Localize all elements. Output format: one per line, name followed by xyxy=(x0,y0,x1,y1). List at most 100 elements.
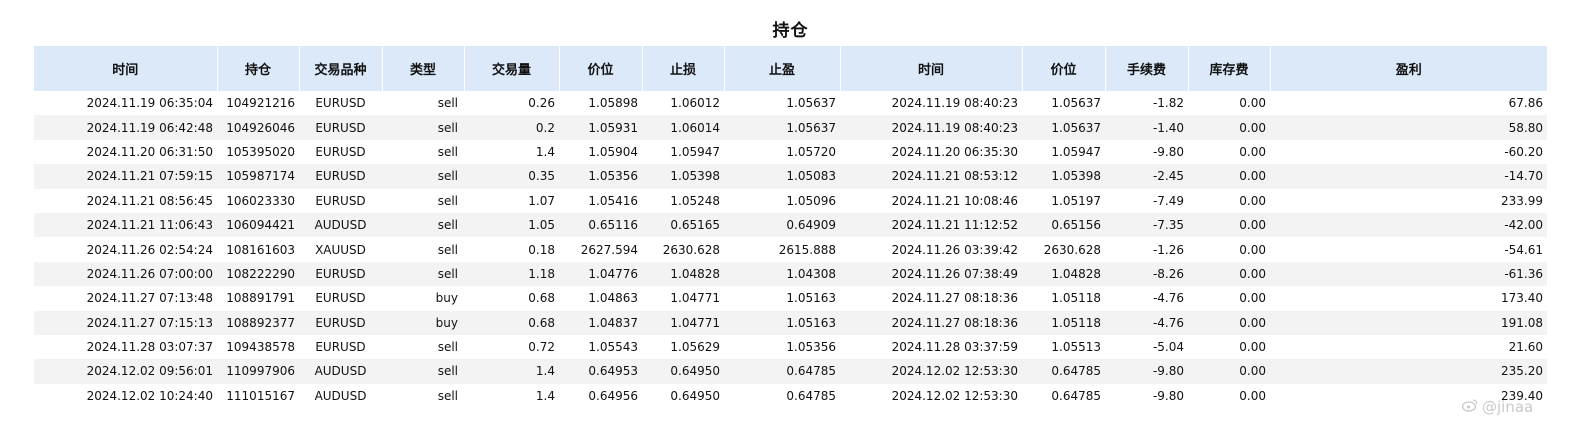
cell-close-time: 2024.11.27 08:18:36 xyxy=(840,310,1022,335)
cell-symbol: EURUSD xyxy=(299,310,382,335)
cell-close-price: 1.05398 xyxy=(1022,164,1105,189)
cell-symbol: EURUSD xyxy=(299,261,382,287)
cell-close-price: 1.05637 xyxy=(1051,96,1101,111)
cell-stop-loss: 0.65165 xyxy=(642,212,724,238)
cell-symbol: AUDUSD xyxy=(314,388,367,403)
cell-symbol: EURUSD xyxy=(315,193,366,208)
cell-volume: 0.26 xyxy=(528,96,555,111)
cell-close-time: 2024.11.28 03:37:59 xyxy=(891,340,1018,355)
cell-open-price: 1.05931 xyxy=(559,115,642,140)
cell-commission: -4.76 xyxy=(1152,291,1184,306)
cell-type: sell xyxy=(437,388,458,403)
cell-take-profit: 1.05163 xyxy=(786,291,836,306)
cell-type: sell xyxy=(382,212,464,238)
cell-type: sell xyxy=(382,359,464,384)
cell-position: 104921216 xyxy=(226,96,295,111)
cell-open-price: 1.05543 xyxy=(588,340,638,355)
cell-close-time: 2024.12.02 12:53:30 xyxy=(840,359,1022,384)
cell-close-time: 2024.11.27 08:18:36 xyxy=(891,291,1018,306)
cell-close-price: 1.05947 xyxy=(1051,144,1101,159)
table-row: 2024.12.02 09:56:01 110997906 AUDUSD sell 1.… xyxy=(34,359,1547,384)
cell-position: 106023330 xyxy=(226,193,295,208)
cell-open-time: 2024.11.19 06:35:04 xyxy=(86,96,213,111)
cell-open-time: 2024.12.02 09:56:01 xyxy=(34,359,217,384)
cell-type: buy xyxy=(435,291,458,306)
cell-take-profit: 1.05083 xyxy=(724,164,840,189)
cell-position: 109438578 xyxy=(226,340,295,355)
table-row: 2024.12.02 10:24:40 111015167 AUDUSD sell 1.… xyxy=(34,384,1547,408)
cell-open-price: 0.64953 xyxy=(559,359,642,384)
cell-open-time: 2024.11.20 06:31:50 xyxy=(86,144,213,159)
cell-close-time: 2024.11.20 06:35:30 xyxy=(891,144,1018,159)
cell-open-time: 2024.11.27 07:15:13 xyxy=(34,310,217,335)
cell-swap: 0.00 xyxy=(1188,359,1270,384)
cell-stop-loss: 1.05629 xyxy=(670,340,720,355)
cell-swap: 0.00 xyxy=(1188,164,1270,189)
cell-stop-loss: 0.64950 xyxy=(670,388,720,403)
cell-type: sell xyxy=(382,261,464,287)
cell-stop-loss: 1.06014 xyxy=(642,115,724,140)
table-row: 2024.11.19 06:42:48 104926046 EURUSD sell 0.… xyxy=(34,115,1547,140)
cell-swap: 0.00 xyxy=(1239,340,1266,355)
cell-profit: 173.40 xyxy=(1501,291,1543,306)
cell-close-price: 1.05197 xyxy=(1051,193,1101,208)
cell-commission: -8.26 xyxy=(1105,261,1188,287)
cell-volume: 0.68 xyxy=(528,291,555,306)
cell-volume: 1.4 xyxy=(464,359,559,384)
cell-volume: 0.2 xyxy=(464,115,559,140)
col-header-swap: 库存费 xyxy=(1187,46,1270,91)
col-header-stop-loss: 止损 xyxy=(641,46,724,91)
cell-profit: 21.60 xyxy=(1508,340,1543,355)
table-row: 2024.11.21 08:56:45 106023330 EURUSD sell 1.… xyxy=(34,189,1547,213)
cell-close-time: 2024.11.21 11:12:52 xyxy=(840,212,1022,238)
col-header-type: 类型 xyxy=(381,46,464,91)
positions-table: 时间 持仓 交易品种 类型 交易量 价位 止损 止盈 时间 价位 手续费 库存费… xyxy=(34,46,1547,408)
cell-close-time: 2024.12.02 12:53:30 xyxy=(891,388,1018,403)
cell-profit: -54.61 xyxy=(1504,242,1543,257)
cell-type: sell xyxy=(382,115,464,140)
cell-close-time: 2024.11.26 03:39:42 xyxy=(891,242,1018,257)
cell-type: sell xyxy=(382,164,464,189)
cell-close-price: 0.65156 xyxy=(1022,212,1105,238)
cell-open-price: 1.05416 xyxy=(588,193,638,208)
cell-close-price: 2630.628 xyxy=(1043,242,1101,257)
cell-swap: 0.00 xyxy=(1188,115,1270,140)
cell-symbol: EURUSD xyxy=(315,340,366,355)
cell-open-price: 1.05356 xyxy=(559,164,642,189)
cell-swap: 0.00 xyxy=(1239,242,1266,257)
cell-position: 108161603 xyxy=(226,242,295,257)
col-header-open-price: 价位 xyxy=(558,46,642,91)
cell-commission: -1.82 xyxy=(1152,96,1184,111)
cell-take-profit: 1.05163 xyxy=(724,310,840,335)
table-row: 2024.11.27 07:15:13 108892377 EURUSD buy 0.6… xyxy=(34,310,1547,335)
cell-type: sell xyxy=(437,144,458,159)
cell-volume: 1.07 xyxy=(528,193,555,208)
cell-commission: -4.76 xyxy=(1105,310,1188,335)
cell-take-profit: 2615.888 xyxy=(778,242,836,257)
report-title: 持仓 xyxy=(772,21,809,41)
cell-stop-loss: 1.05398 xyxy=(642,164,724,189)
cell-commission: -5.04 xyxy=(1152,340,1184,355)
cell-take-profit: 1.05356 xyxy=(786,340,836,355)
cell-commission: -1.26 xyxy=(1152,242,1184,257)
cell-symbol: AUDUSD xyxy=(299,359,382,384)
cell-open-time: 2024.11.21 08:56:45 xyxy=(86,193,213,208)
cell-close-price: 1.05118 xyxy=(1051,291,1101,306)
cell-symbol: EURUSD xyxy=(299,164,382,189)
cell-take-profit: 1.05720 xyxy=(786,144,836,159)
cell-open-time: 2024.11.21 11:06:43 xyxy=(34,212,217,238)
cell-profit: -60.20 xyxy=(1504,144,1543,159)
cell-symbol: EURUSD xyxy=(315,144,366,159)
cell-open-price: 1.05904 xyxy=(588,144,638,159)
cell-position: 111015167 xyxy=(226,388,295,403)
cell-open-time: 2024.11.27 07:13:48 xyxy=(86,291,213,306)
cell-position: 108222290 xyxy=(217,261,299,287)
cell-position: 108891791 xyxy=(226,291,295,306)
cell-open-time: 2024.11.21 07:59:15 xyxy=(34,164,217,189)
cell-take-profit: 1.05637 xyxy=(786,96,836,111)
cell-stop-loss: 2630.628 xyxy=(662,242,720,257)
cell-swap: 0.00 xyxy=(1239,96,1266,111)
cell-profit: 235.20 xyxy=(1270,359,1547,384)
cell-close-time: 2024.11.26 07:38:49 xyxy=(840,261,1022,287)
cell-close-price: 0.64785 xyxy=(1051,388,1101,403)
